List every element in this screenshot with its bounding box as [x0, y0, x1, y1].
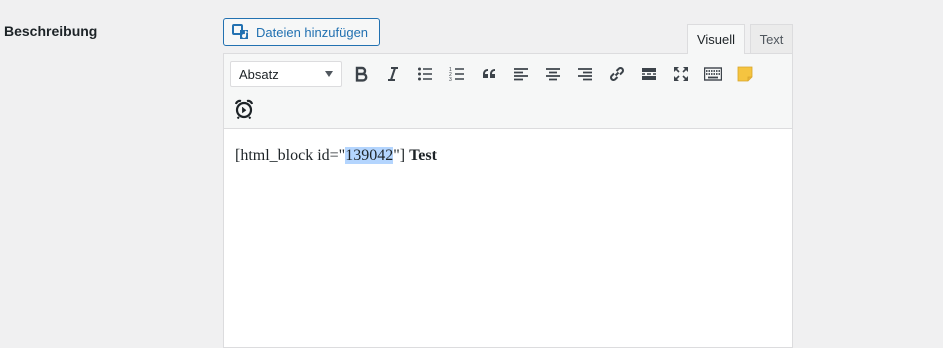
shortcode-text-end: "]	[393, 147, 410, 164]
clock-button[interactable]	[230, 95, 258, 123]
bold-button[interactable]	[347, 60, 375, 88]
format-select[interactable]: Absatz	[230, 61, 342, 87]
note-button[interactable]	[731, 60, 759, 88]
toolbar-toggle-button[interactable]	[699, 60, 727, 88]
align-left-button[interactable]	[507, 60, 535, 88]
field-label: Beschreibung	[4, 23, 98, 39]
fullscreen-button[interactable]	[667, 60, 695, 88]
blockquote-button[interactable]	[475, 60, 503, 88]
tab-text[interactable]: Text	[750, 24, 793, 53]
blockquote-icon	[483, 69, 495, 78]
link-icon	[610, 67, 624, 81]
italic-button[interactable]	[379, 60, 407, 88]
clock-icon	[234, 99, 254, 119]
shortcode-text: [html_block id="	[235, 147, 346, 164]
align-center-icon	[546, 68, 560, 81]
align-right-icon	[578, 68, 592, 81]
bullet-list-icon	[418, 67, 432, 81]
add-media-button[interactable]: Dateien hinzufügen	[223, 18, 380, 46]
italic-icon	[388, 67, 398, 81]
fullscreen-icon	[674, 67, 688, 81]
format-select-value: Absatz	[239, 66, 279, 82]
add-media-label: Dateien hinzufügen	[256, 24, 369, 40]
read-more-button[interactable]	[635, 60, 663, 88]
align-left-icon	[514, 68, 528, 81]
toolbar-toggle-icon	[704, 67, 722, 81]
numbered-list-icon: 1 2 3	[449, 67, 464, 82]
chevron-down-icon	[325, 71, 333, 77]
read-more-icon	[642, 68, 656, 80]
editor-toolbar: Absatz 1 2 3	[223, 53, 793, 129]
align-center-button[interactable]	[539, 60, 567, 88]
editor-area[interactable]: [html_block id="139042"] Test	[223, 128, 793, 348]
align-right-button[interactable]	[571, 60, 599, 88]
tab-visual[interactable]: Visuell	[687, 24, 745, 54]
note-icon	[737, 66, 753, 82]
svg-text:3: 3	[449, 77, 452, 82]
link-button[interactable]	[603, 60, 631, 88]
numbered-list-button[interactable]: 1 2 3	[443, 60, 471, 88]
bold-text: Test	[409, 147, 437, 164]
editor-content[interactable]: [html_block id="139042"] Test	[235, 147, 437, 165]
bullet-list-button[interactable]	[411, 60, 439, 88]
add-media-icon	[232, 24, 248, 39]
selected-text: 139042	[345, 147, 394, 164]
bold-icon	[355, 66, 368, 82]
